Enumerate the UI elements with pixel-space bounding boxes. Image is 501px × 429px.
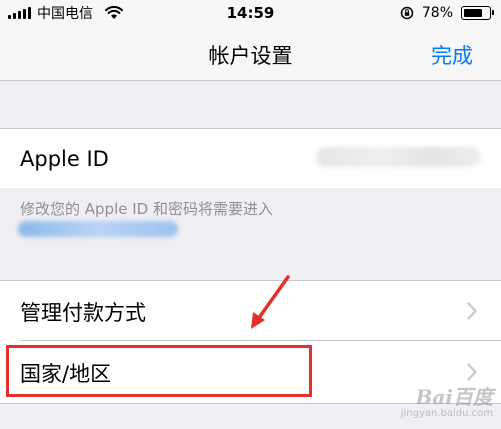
battery-fill [463, 8, 483, 17]
apple-id-row[interactable]: Apple ID [0, 129, 501, 189]
done-button[interactable]: 完成 [431, 40, 473, 70]
chevron-right-icon [467, 363, 477, 381]
watermark-url: jingyan.baidu.com [400, 408, 493, 419]
page-title: 帐户设置 [208, 44, 293, 68]
status-bar: 中国电信 14:59 78% [0, 0, 501, 26]
chevron-right-icon [467, 302, 477, 320]
manage-payment-row[interactable]: 管理付款方式 [0, 281, 501, 341]
manage-payment-label: 管理付款方式 [20, 301, 146, 325]
status-right: 78% [400, 4, 494, 22]
battery-percent: 78% [421, 5, 453, 21]
country-region-row[interactable]: 国家/地区 [0, 342, 501, 402]
apple-id-footer: 修改您的 Apple ID 和密码将需要进入 [0, 188, 501, 250]
row-divider [20, 340, 501, 341]
battery-icon [461, 6, 494, 20]
navigation-bar: 帐户设置 完成 [0, 26, 501, 81]
apple-id-label: Apple ID [20, 147, 109, 171]
country-region-label: 国家/地区 [20, 362, 112, 386]
orientation-lock-icon [400, 6, 414, 20]
footer-note-text: 修改您的 Apple ID 和密码将需要进入 [20, 200, 273, 218]
apple-id-value-blurred [316, 147, 481, 167]
apple-id-group: Apple ID [0, 128, 501, 190]
settings-group: 管理付款方式 国家/地区 [0, 280, 501, 404]
footer-link-blurred[interactable] [18, 221, 178, 237]
